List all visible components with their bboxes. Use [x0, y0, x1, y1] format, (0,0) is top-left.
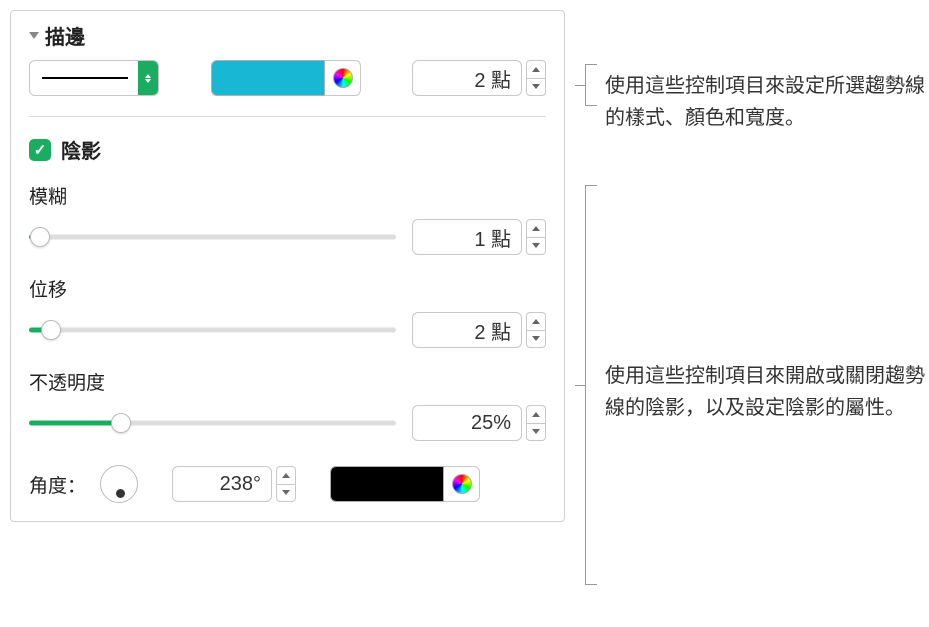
opacity-slider[interactable] [29, 413, 396, 433]
shadow-checkbox-label: 陰影 [61, 135, 101, 164]
arrow-up-icon [532, 226, 540, 231]
blur-field[interactable] [412, 219, 522, 255]
offset-group: 位移 [29, 275, 546, 348]
offset-down-button[interactable] [526, 330, 546, 349]
arrow-up-icon [282, 473, 290, 478]
opacity-label: 不透明度 [29, 368, 546, 395]
disclosure-triangle-icon [29, 32, 39, 39]
opacity-down-button[interactable] [526, 423, 546, 442]
arrow-down-icon [532, 429, 540, 434]
offset-slider[interactable] [29, 320, 396, 340]
angle-label: 角度： [29, 471, 86, 498]
stroke-color-wheel-button[interactable] [325, 60, 361, 96]
checkmark-icon: ✓ [34, 141, 47, 159]
callout-bracket-icon [585, 185, 597, 585]
shadow-checkbox-row: ✓ 陰影 [29, 135, 546, 164]
stroke-width-up-button[interactable] [526, 60, 546, 78]
style-inspector-panel: 描邊 ✓ 陰影 [10, 10, 565, 522]
offset-stepper [526, 312, 546, 348]
callout-lead-icon [575, 85, 585, 86]
stroke-width-field[interactable] [412, 60, 522, 96]
blur-label: 模糊 [29, 182, 546, 209]
stroke-controls-row [29, 60, 546, 96]
shadow-color-wheel-button[interactable] [444, 466, 480, 502]
arrow-down-icon [532, 243, 540, 248]
stroke-width-down-button[interactable] [526, 78, 546, 97]
blur-stepper [526, 219, 546, 255]
stroke-width-control [412, 60, 546, 96]
arrow-down-icon [532, 336, 540, 341]
stroke-section-title: 描邊 [45, 21, 85, 50]
line-style-popup[interactable] [29, 60, 159, 96]
slider-thumb-icon [111, 413, 131, 433]
callout-bracket-icon [585, 64, 597, 106]
opacity-group: 不透明度 [29, 368, 546, 441]
angle-stepper [276, 466, 296, 502]
angle-field[interactable] [172, 466, 272, 502]
shadow-color-swatch[interactable] [330, 466, 444, 502]
shadow-color-control [330, 466, 480, 502]
arrow-up-icon [532, 67, 540, 72]
angle-down-button[interactable] [276, 484, 296, 503]
opacity-stepper [526, 405, 546, 441]
line-style-preview-icon [42, 77, 128, 79]
blur-up-button[interactable] [526, 219, 546, 237]
angle-indicator-icon [116, 489, 125, 498]
offset-up-button[interactable] [526, 312, 546, 330]
arrow-up-icon [532, 412, 540, 417]
angle-row: 角度： [29, 465, 546, 503]
callout-shadow-description: 使用這些控制項目來開啟或關閉趨勢線的陰影，以及設定陰影的屬性。 [605, 360, 925, 424]
angle-wheel[interactable] [100, 465, 138, 503]
color-wheel-icon [333, 68, 353, 88]
slider-thumb-icon [41, 320, 61, 340]
stroke-width-stepper [526, 60, 546, 96]
color-wheel-icon [452, 474, 472, 494]
slider-thumb-icon [30, 227, 50, 247]
popup-arrows-icon [138, 61, 158, 95]
stroke-color-control [211, 60, 361, 96]
divider [29, 116, 546, 117]
stroke-section-header[interactable]: 描邊 [29, 21, 546, 50]
callout-lead-icon [575, 385, 585, 386]
shadow-checkbox[interactable]: ✓ [29, 139, 51, 161]
opacity-up-button[interactable] [526, 405, 546, 423]
arrow-up-icon [532, 319, 540, 324]
opacity-field[interactable] [412, 405, 522, 441]
offset-label: 位移 [29, 275, 546, 302]
offset-field[interactable] [412, 312, 522, 348]
callout-stroke-description: 使用這些控制項目來設定所選趨勢線的樣式、顏色和寬度。 [605, 70, 925, 134]
arrow-down-icon [532, 84, 540, 89]
stroke-color-swatch[interactable] [211, 60, 325, 96]
arrow-down-icon [282, 490, 290, 495]
blur-down-button[interactable] [526, 237, 546, 256]
callouts-area: 使用這些控制項目來設定所選趨勢線的樣式、顏色和寬度。 使用這些控制項目來開啟或關… [585, 10, 909, 522]
blur-slider[interactable] [29, 227, 396, 247]
angle-up-button[interactable] [276, 466, 296, 484]
blur-group: 模糊 [29, 182, 546, 255]
